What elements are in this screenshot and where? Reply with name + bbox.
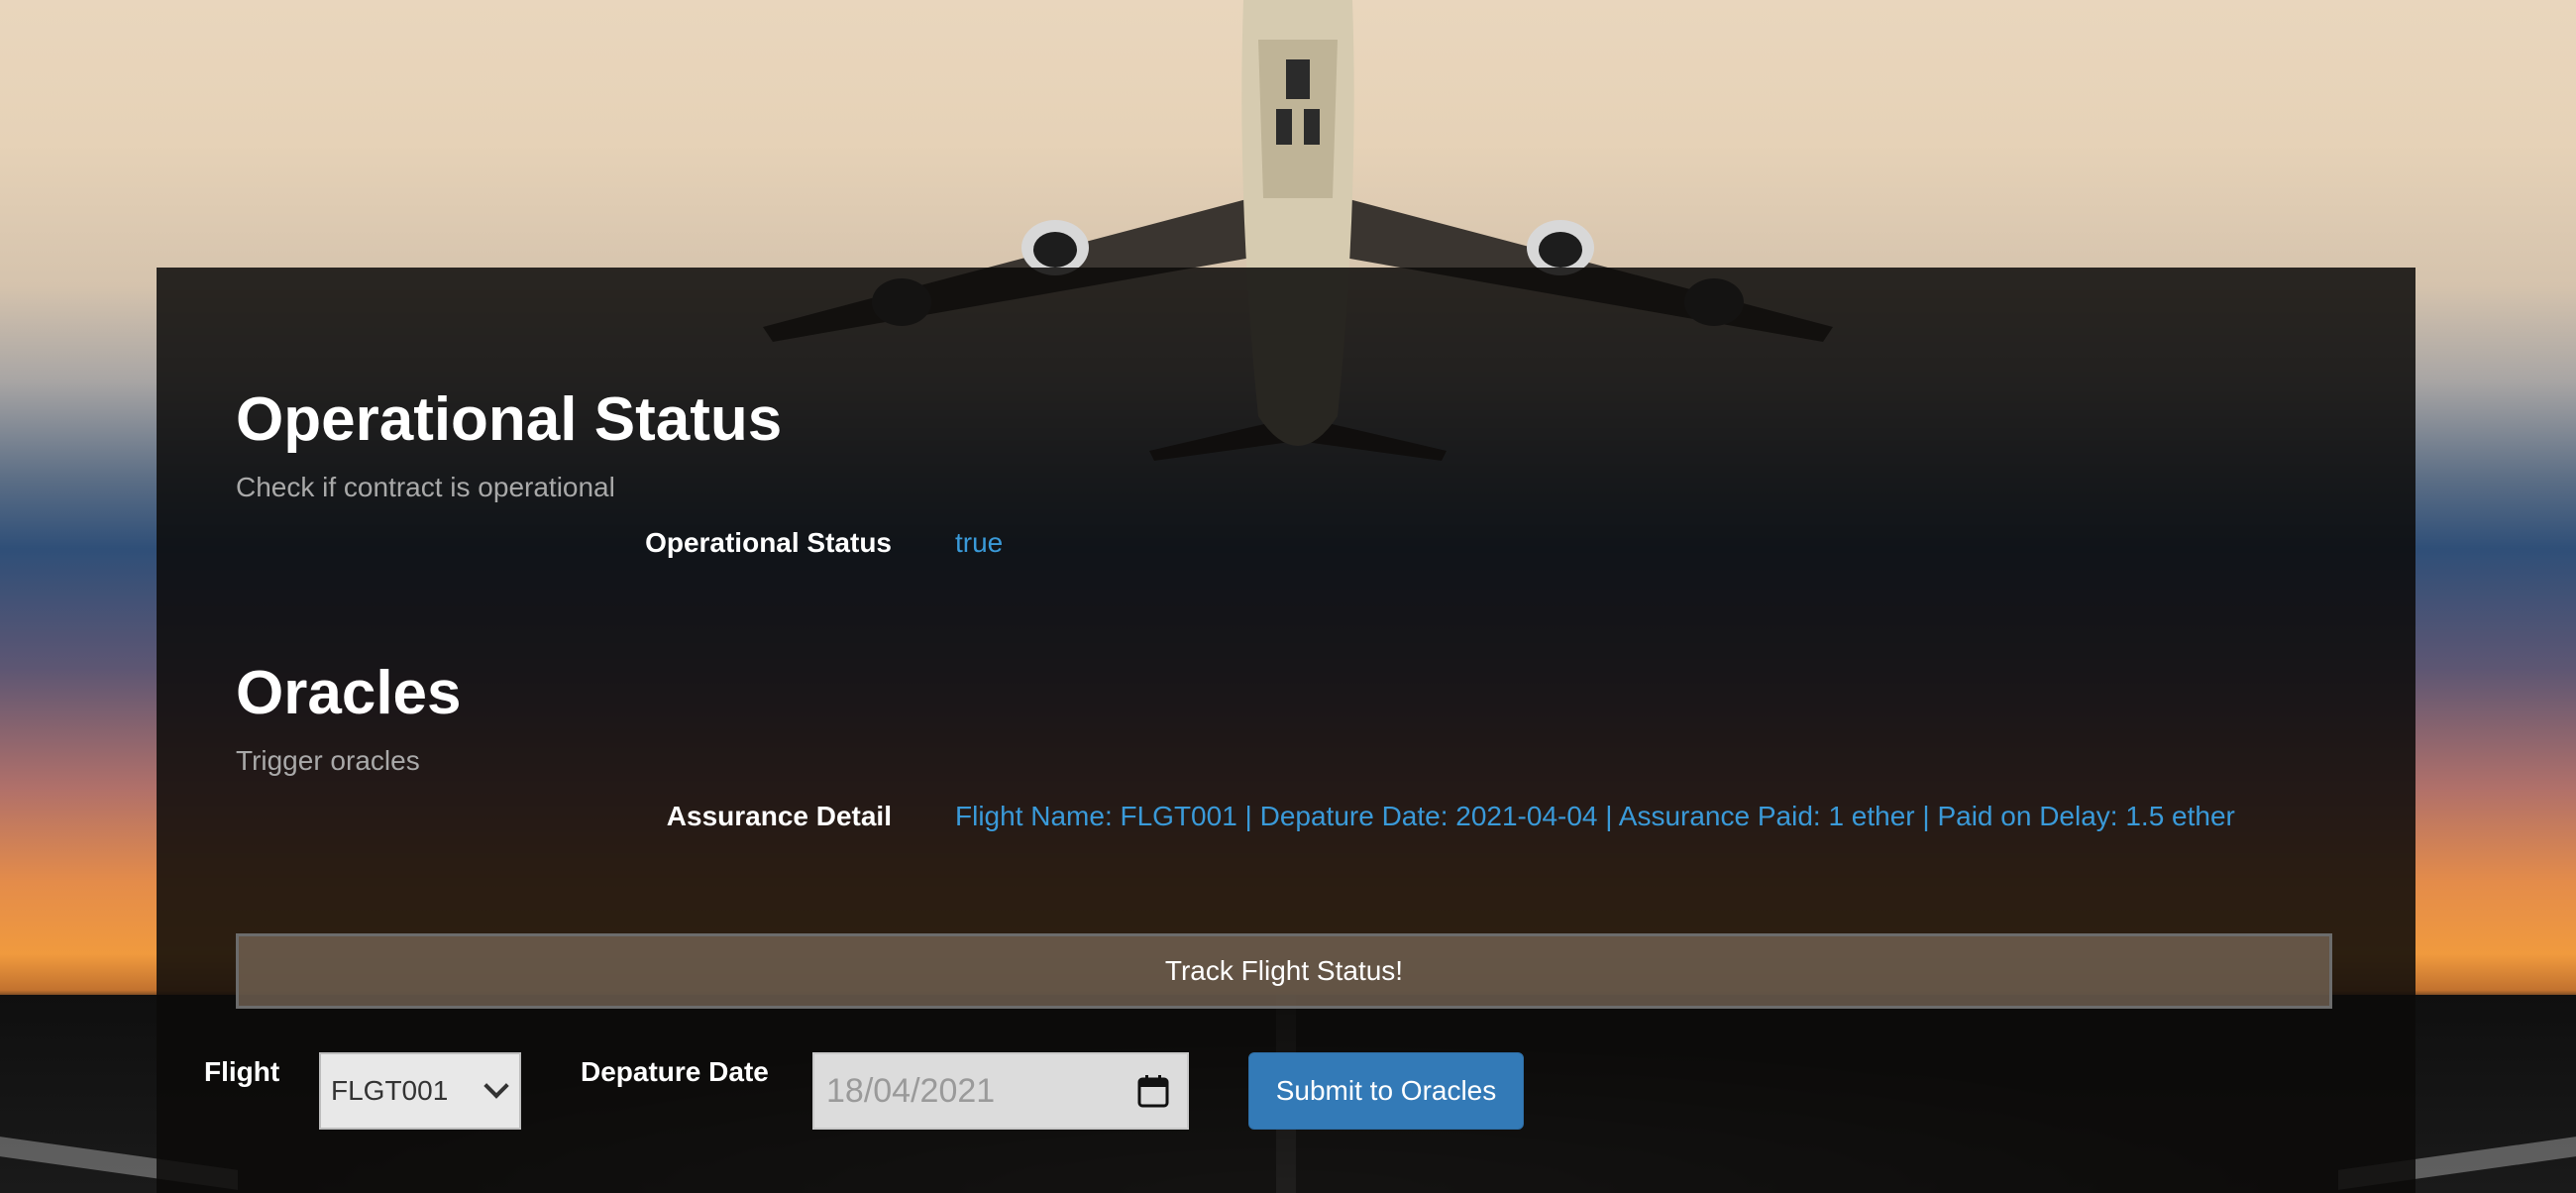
operational-status-label: Operational Status: [645, 527, 892, 558]
assurance-detail-value: Flight Name: FLGT001 | Depature Date: 20…: [955, 801, 2235, 831]
operational-status-heading: Operational Status: [236, 385, 783, 454]
oracles-subtitle: Trigger oracles: [236, 745, 420, 776]
flight-select[interactable]: FLGT001: [319, 1052, 521, 1130]
departure-date-input[interactable]: 18/04/2021: [812, 1052, 1189, 1130]
chevron-down-icon: [483, 1073, 509, 1099]
operational-status-value: true: [955, 527, 1004, 558]
assurance-detail-label: Assurance Detail: [666, 801, 892, 831]
departure-date-value: 18/04/2021: [826, 1071, 996, 1110]
operational-status-subtitle: Check if contract is operational: [236, 472, 615, 502]
oracles-heading: Oracles: [236, 659, 462, 727]
track-flight-status-button[interactable]: Track Flight Status!: [236, 933, 2332, 1009]
main-panel: Operational Status Check if contract is …: [157, 268, 2415, 1193]
flight-label: Flight: [204, 1056, 280, 1087]
departure-date-label: Depature Date: [581, 1056, 769, 1087]
submit-to-oracles-button[interactable]: Submit to Oracles: [1248, 1052, 1524, 1130]
flight-select-value: FLGT001: [331, 1075, 449, 1106]
calendar-icon[interactable]: [1137, 1074, 1169, 1108]
